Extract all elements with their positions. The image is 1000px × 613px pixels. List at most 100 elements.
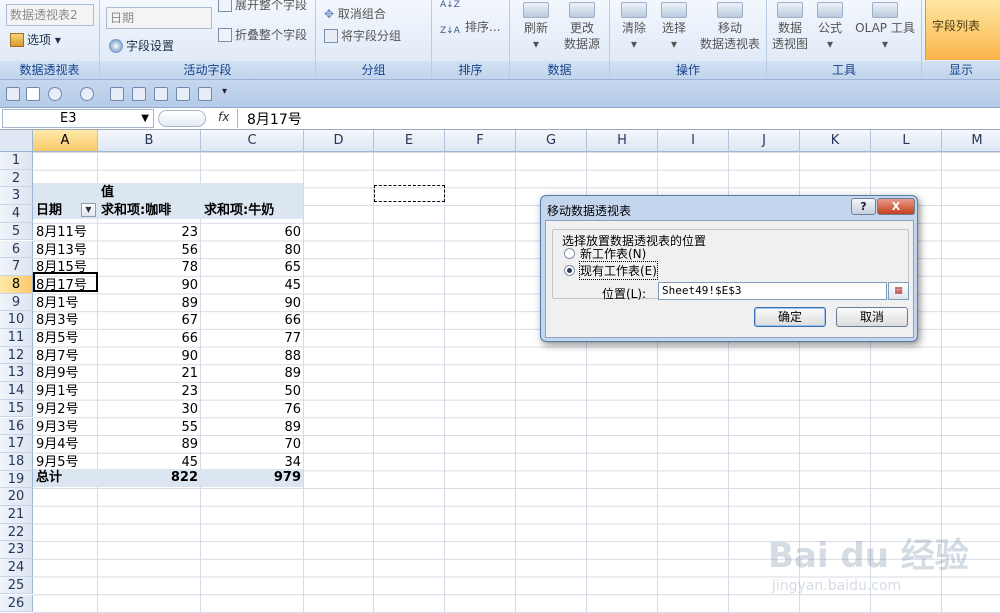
- row-header-21[interactable]: 21: [0, 506, 33, 524]
- expand-field-button[interactable]: 展开整个字段: [218, 0, 307, 13]
- row-header-1[interactable]: 1: [0, 152, 33, 170]
- field-settings-button[interactable]: 字段设置: [109, 37, 174, 54]
- formula-bar-splitter[interactable]: [158, 110, 206, 127]
- pivot-coffee-cell[interactable]: 90: [101, 277, 198, 294]
- close-button[interactable]: X: [877, 198, 915, 215]
- pivot-coffee-cell[interactable]: 89: [101, 295, 198, 312]
- options-button[interactable]: 选项 ▾: [10, 31, 61, 48]
- formula-input[interactable]: 8月17号: [247, 109, 302, 129]
- pivot-milk-cell[interactable]: 89: [204, 365, 301, 382]
- pivot-values-header[interactable]: 值: [101, 184, 114, 201]
- pivot-date-cell[interactable]: 8月9号: [36, 365, 79, 382]
- column-header-b[interactable]: B: [98, 130, 201, 152]
- move-pivot-button[interactable]: 移动 数据透视表: [694, 2, 766, 52]
- column-header-f[interactable]: F: [445, 130, 516, 152]
- name-box-dropdown-icon[interactable]: ▼: [141, 110, 149, 127]
- existing-sheet-label[interactable]: 现有工作表(E): [579, 261, 658, 280]
- pivot-date-cell[interactable]: 8月1号: [36, 295, 79, 312]
- pivot-coffee-cell[interactable]: 56: [101, 242, 198, 259]
- pivot-milk-cell[interactable]: 89: [204, 419, 301, 436]
- row-header-9[interactable]: 9: [0, 293, 33, 312]
- existing-sheet-radio[interactable]: [564, 265, 575, 276]
- pivot-date-cell[interactable]: 8月3号: [36, 312, 79, 329]
- row-header-20[interactable]: 20: [0, 488, 33, 506]
- pivot-date-cell[interactable]: 8月5号: [36, 330, 79, 347]
- sort-icon[interactable]: [132, 87, 146, 101]
- row-header-17[interactable]: 17: [0, 435, 33, 453]
- row-header-5[interactable]: 5: [0, 222, 33, 241]
- collapse-field-button[interactable]: 折叠整个字段: [218, 26, 307, 43]
- column-header-l[interactable]: L: [871, 130, 942, 152]
- row-header-15[interactable]: 15: [0, 399, 33, 418]
- pivot-total-label[interactable]: 总计: [36, 469, 62, 486]
- pivot-coffee-cell[interactable]: 23: [101, 383, 198, 400]
- column-header-g[interactable]: G: [516, 130, 587, 152]
- pivot-date-cell[interactable]: 8月11号: [36, 224, 87, 241]
- new-sheet-label[interactable]: 新工作表(N): [580, 245, 646, 262]
- column-header-c[interactable]: C: [201, 130, 304, 152]
- row-header-23[interactable]: 23: [0, 541, 33, 560]
- column-header-h[interactable]: H: [587, 130, 658, 152]
- pivot-name-input[interactable]: 数据透视表2: [6, 4, 94, 26]
- field-list-button[interactable]: 字段列表: [925, 0, 1000, 60]
- group-field-button[interactable]: 将字段分组: [324, 27, 401, 44]
- redo-icon[interactable]: [80, 87, 94, 101]
- pivot-chart-button[interactable]: 数据 透视图: [769, 2, 811, 52]
- row-header-14[interactable]: 14: [0, 382, 33, 400]
- olap-tools-button[interactable]: OLAP 工具 ▾: [849, 2, 921, 52]
- pivot-date-cell[interactable]: 9月3号: [36, 419, 79, 436]
- new-file-icon[interactable]: [26, 87, 40, 101]
- row-header-12[interactable]: 12: [0, 346, 33, 365]
- pivot-date-cell[interactable]: 9月2号: [36, 401, 79, 418]
- pivot-milk-cell[interactable]: 90: [204, 295, 301, 312]
- column-header-a[interactable]: A: [33, 130, 98, 152]
- pivot-date-cell[interactable]: 8月13号: [36, 242, 87, 259]
- pivot-coffee-cell[interactable]: 30: [101, 401, 198, 418]
- refresh-button[interactable]: 刷新 ▾: [516, 2, 556, 52]
- change-source-button[interactable]: 更改 数据源: [554, 2, 610, 52]
- row-header-4[interactable]: 4: [0, 205, 33, 223]
- pivot-coffee-cell[interactable]: 89: [101, 436, 198, 453]
- customize-qat-icon[interactable]: ▾: [222, 86, 227, 97]
- ungroup-button[interactable]: ✥ 取消组合: [324, 5, 386, 22]
- pivot-milk-cell[interactable]: 77: [204, 330, 301, 347]
- row-header-24[interactable]: 24: [0, 559, 33, 577]
- pivot-milk-cell[interactable]: 50: [204, 383, 301, 400]
- column-header-j[interactable]: J: [729, 130, 800, 152]
- new-sheet-radio[interactable]: [564, 248, 575, 259]
- row-header-25[interactable]: 25: [0, 576, 33, 595]
- select-button[interactable]: 选择 ▾: [654, 2, 694, 52]
- pivot-total-milk[interactable]: 979: [204, 469, 301, 486]
- pivot-coffee-cell[interactable]: 66: [101, 330, 198, 347]
- pivot-milk-cell[interactable]: 80: [204, 242, 301, 259]
- sort-za-icon[interactable]: Z↓A: [440, 26, 460, 36]
- pivot-milk-cell[interactable]: 70: [204, 436, 301, 453]
- column-header-d[interactable]: D: [304, 130, 374, 152]
- pivot-col-milk-header[interactable]: 求和项:牛奶: [204, 202, 274, 219]
- row-filter-dropdown-icon[interactable]: ▼: [81, 203, 96, 217]
- select-all-corner[interactable]: [0, 130, 33, 152]
- pivot-coffee-cell[interactable]: 78: [101, 259, 198, 276]
- row-header-22[interactable]: 22: [0, 523, 33, 542]
- pivot-coffee-cell[interactable]: 67: [101, 312, 198, 329]
- row-header-10[interactable]: 10: [0, 311, 33, 329]
- row-header-11[interactable]: 11: [0, 329, 33, 347]
- row-header-7[interactable]: 7: [0, 258, 33, 276]
- active-field-input[interactable]: 日期: [106, 7, 212, 29]
- column-header-m[interactable]: M: [942, 130, 1000, 152]
- insert-function-icon[interactable]: fx: [218, 110, 229, 124]
- ok-button[interactable]: 确定: [754, 307, 826, 327]
- borders-icon[interactable]: [198, 87, 212, 101]
- sort-az-icon[interactable]: A↓Z: [440, 0, 460, 10]
- row-header-19[interactable]: 19: [0, 470, 33, 489]
- pivot-row-label[interactable]: 日期: [36, 202, 62, 219]
- location-input[interactable]: Sheet49!$E$3: [658, 282, 887, 300]
- pivot-coffee-cell[interactable]: 23: [101, 224, 198, 241]
- pivot-milk-cell[interactable]: 88: [204, 348, 301, 365]
- column-header-e[interactable]: E: [374, 130, 445, 152]
- pivot-coffee-cell[interactable]: 90: [101, 348, 198, 365]
- row-header-3[interactable]: 3: [0, 187, 33, 206]
- clear-button[interactable]: 清除 ▾: [614, 2, 654, 52]
- pivot-milk-cell[interactable]: 45: [204, 277, 301, 294]
- row-header-6[interactable]: 6: [0, 240, 33, 259]
